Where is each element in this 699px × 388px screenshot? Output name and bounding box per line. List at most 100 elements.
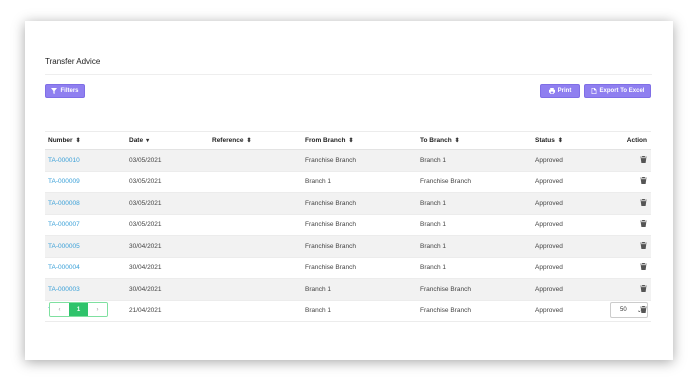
cell-reference (209, 257, 302, 279)
table-row: TA-000003 30/04/2021 Branch 1 Franchise Bra… (45, 278, 651, 301)
transfer-advice-card: Transfer Advice Filters Print Export To … (25, 21, 673, 360)
column-header-from-branch[interactable]: From Branch ⬍ (302, 131, 417, 150)
cell-action (615, 192, 651, 215)
cell-from-branch: Franchise Branch (302, 257, 417, 279)
cell-date: 30/04/2021 (126, 278, 209, 301)
cell-number[interactable]: TA-000009 (45, 171, 126, 193)
export-label: Export To Excel (599, 88, 645, 94)
cell-action (615, 235, 651, 258)
column-header-date[interactable]: Date ▾ (126, 131, 209, 150)
trash-icon[interactable] (640, 155, 647, 163)
cell-number[interactable]: TA-000008 (45, 192, 126, 215)
cell-reference (209, 149, 302, 172)
cell-to-branch: Branch 1 (417, 235, 532, 258)
cell-from-branch: Branch 1 (302, 171, 417, 193)
cell-to-branch: Franchise Branch (417, 278, 532, 301)
cell-date: 21/04/2021 (126, 300, 209, 322)
trash-icon[interactable] (640, 220, 647, 228)
trash-icon[interactable] (640, 177, 647, 185)
cell-number[interactable]: TA-000003 (45, 278, 126, 301)
filters-label: Filters (60, 88, 79, 94)
page-title: Transfer Advice (45, 57, 101, 66)
export-excel-button[interactable]: Export To Excel (584, 84, 651, 98)
table-row: TA-000010 03/05/2021 Franchise Branch Branc… (45, 149, 651, 172)
cell-status: Approved (532, 149, 615, 172)
filter-icon (51, 88, 58, 94)
title-divider (45, 74, 652, 75)
cell-reference (209, 300, 302, 322)
sort-icon: ⬍ (75, 138, 81, 144)
cell-from-branch: Franchise Branch (302, 149, 417, 172)
cell-action (615, 171, 651, 193)
cell-reference (209, 192, 302, 215)
cell-date: 30/04/2021 (126, 235, 209, 258)
column-header-to-branch[interactable]: To Branch ⬍ (417, 131, 532, 150)
table-header-row: Number ⬍ Date ▾ Reference ⬍ From Branch ⬍ To… (45, 131, 651, 150)
cell-to-branch: Branch 1 (417, 149, 532, 172)
cell-status: Approved (532, 278, 615, 301)
table-row: TA-000008 03/05/2021 Franchise Branch Branc… (45, 192, 651, 215)
sort-icon: ⬍ (348, 138, 354, 144)
cell-action (615, 278, 651, 301)
cell-reference (209, 171, 302, 193)
table-row: TA-000004 30/04/2021 Franchise Branch Branc… (45, 257, 651, 279)
cell-from-branch: Franchise Branch (302, 192, 417, 215)
trash-icon[interactable] (640, 241, 647, 249)
cell-date: 03/05/2021 (126, 171, 209, 193)
cell-status: Approved (532, 214, 615, 236)
cell-action (615, 257, 651, 279)
cell-from-branch: Branch 1 (302, 278, 417, 301)
column-header-status[interactable]: Status ⬍ (532, 131, 615, 150)
print-button[interactable]: Print (540, 84, 580, 98)
cell-date: 30/04/2021 (126, 257, 209, 279)
page-size-value: 50 (620, 307, 627, 313)
sort-icon: ⬍ (246, 138, 252, 144)
cell-number[interactable]: TA-000010 (45, 149, 126, 172)
trash-icon[interactable] (640, 284, 647, 292)
cell-date: 03/05/2021 (126, 214, 209, 236)
page-1-button[interactable]: 1 (69, 303, 88, 316)
page-size-select[interactable]: 50 ⌄ (610, 302, 648, 318)
table-row: TA-000007 03/05/2021 Franchise Branch Branc… (45, 214, 651, 236)
cell-status: Approved (532, 257, 615, 279)
prev-page-button[interactable]: ‹ (50, 303, 69, 316)
cell-reference (209, 235, 302, 258)
cell-status: Approved (532, 235, 615, 258)
cell-status: Approved (532, 171, 615, 193)
cell-date: 03/05/2021 (126, 192, 209, 215)
cell-reference (209, 278, 302, 301)
table-row: TA-000009 03/05/2021 Branch 1 Franchise Bra… (45, 171, 651, 193)
trash-icon[interactable] (640, 263, 647, 271)
trash-icon[interactable] (640, 198, 647, 206)
cell-status: Approved (532, 192, 615, 215)
printer-icon (548, 88, 555, 94)
cell-from-branch: Franchise Branch (302, 214, 417, 236)
column-header-action: Action (615, 131, 651, 150)
table-row: TA-00000121/04/2021Branch 1Franchise Bra… (45, 300, 651, 322)
file-icon (591, 88, 596, 94)
cell-action (615, 214, 651, 236)
cell-from-branch: Branch 1 (302, 300, 417, 322)
chevron-down-icon: ⌄ (636, 307, 642, 314)
cell-to-branch: Branch 1 (417, 214, 532, 236)
column-header-number[interactable]: Number ⬍ (45, 131, 126, 150)
sort-icon: ⬍ (557, 138, 563, 144)
cell-to-branch: Franchise Branch (417, 300, 532, 322)
cell-reference (209, 214, 302, 236)
sort-desc-icon: ▾ (146, 138, 150, 144)
cell-action (615, 149, 651, 172)
sort-icon: ⬍ (454, 138, 460, 144)
cell-to-branch: Branch 1 (417, 192, 532, 215)
cell-number[interactable]: TA-000005 (45, 235, 126, 258)
cell-to-branch: Franchise Branch (417, 171, 532, 193)
cell-to-branch: Branch 1 (417, 257, 532, 279)
print-label: Print (557, 88, 572, 94)
filters-button[interactable]: Filters (45, 84, 85, 98)
column-header-reference[interactable]: Reference ⬍ (209, 131, 302, 150)
cell-number[interactable]: TA-000007 (45, 214, 126, 236)
cell-status: Approved (532, 300, 615, 322)
next-page-button[interactable]: › (88, 303, 107, 316)
table-row: TA-000005 30/04/2021 Franchise Branch Branc… (45, 235, 651, 258)
cell-date: 03/05/2021 (126, 149, 209, 172)
cell-number[interactable]: TA-000004 (45, 257, 126, 279)
